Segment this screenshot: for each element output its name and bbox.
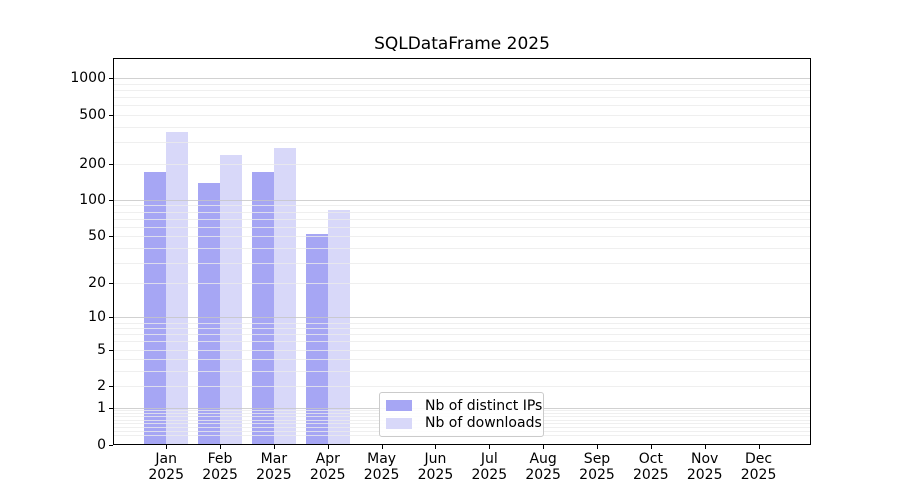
y-tick-label: 100	[36, 192, 106, 208]
x-tick-label-mar: Mar2025	[256, 452, 292, 483]
x-tick-month: Feb	[202, 452, 238, 468]
x-tick-year: 2025	[633, 468, 669, 484]
legend-item-downloads: Nb of downloads	[386, 415, 537, 433]
chart-title: SQLDataFrame 2025	[113, 34, 811, 54]
x-tick-year: 2025	[687, 468, 723, 484]
legend-swatch-downloads	[386, 418, 412, 429]
x-tick-label-dec: Dec2025	[741, 452, 777, 483]
plot-border	[113, 58, 811, 445]
x-tick-mark	[166, 445, 167, 449]
x-tick-month: Jul	[471, 452, 507, 468]
x-tick-month: Nov	[687, 452, 723, 468]
legend-swatch-distinct-ips	[386, 400, 412, 411]
x-tick-label-oct: Oct2025	[633, 452, 669, 483]
x-tick-mark	[220, 445, 221, 449]
x-tick-mark	[382, 445, 383, 449]
x-tick-mark	[705, 445, 706, 449]
x-tick-year: 2025	[471, 468, 507, 484]
x-tick-label-feb: Feb2025	[202, 452, 238, 483]
x-tick-label-jun: Jun2025	[418, 452, 454, 483]
x-tick-month: Jun	[418, 452, 454, 468]
x-tick-year: 2025	[525, 468, 561, 484]
y-tick-label: 500	[36, 107, 106, 123]
x-tick-year: 2025	[418, 468, 454, 484]
x-tick-label-aug: Aug2025	[525, 452, 561, 483]
x-tick-mark	[274, 445, 275, 449]
x-tick-month: Dec	[741, 452, 777, 468]
x-tick-month: Mar	[256, 452, 292, 468]
x-tick-month: May	[364, 452, 400, 468]
y-tick-label: 1000	[36, 70, 106, 86]
y-tick-label: 1	[36, 400, 106, 416]
x-tick-mark	[435, 445, 436, 449]
x-tick-year: 2025	[364, 468, 400, 484]
x-tick-year: 2025	[256, 468, 292, 484]
x-tick-mark	[597, 445, 598, 449]
x-tick-label-jul: Jul2025	[471, 452, 507, 483]
x-tick-month: Jan	[148, 452, 184, 468]
x-tick-mark	[651, 445, 652, 449]
chart-figure: SQLDataFrame 2025 0 1 2 5 10 20 50 100 200 500 100…	[0, 0, 900, 500]
x-tick-month: Sep	[579, 452, 615, 468]
y-tick-label: 10	[36, 309, 106, 325]
legend-item-distinct-ips: Nb of distinct IPs	[386, 397, 537, 415]
x-tick-label-may: May2025	[364, 452, 400, 483]
y-tick-label: 200	[36, 156, 106, 172]
y-tick-label: 20	[36, 275, 106, 291]
x-tick-year: 2025	[148, 468, 184, 484]
x-tick-month: Apr	[310, 452, 346, 468]
x-tick-label-nov: Nov2025	[687, 452, 723, 483]
x-tick-label-apr: Apr2025	[310, 452, 346, 483]
x-tick-month: Oct	[633, 452, 669, 468]
y-tick-label: 50	[36, 228, 106, 244]
legend-label-downloads: Nb of downloads	[425, 415, 542, 431]
x-tick-year: 2025	[741, 468, 777, 484]
x-tick-year: 2025	[310, 468, 346, 484]
x-tick-year: 2025	[579, 468, 615, 484]
y-tick-label: 0	[36, 437, 106, 453]
x-tick-mark	[543, 445, 544, 449]
x-tick-month: Aug	[525, 452, 561, 468]
y-tick-label: 5	[36, 342, 106, 358]
x-tick-mark	[489, 445, 490, 449]
y-tick-label: 2	[36, 378, 106, 394]
x-tick-mark	[759, 445, 760, 449]
x-tick-mark	[328, 445, 329, 449]
x-tick-label-sep: Sep2025	[579, 452, 615, 483]
legend: Nb of distinct IPs Nb of downloads	[379, 392, 544, 437]
legend-label-distinct-ips: Nb of distinct IPs	[425, 398, 542, 414]
x-tick-label-jan: Jan2025	[148, 452, 184, 483]
x-tick-year: 2025	[202, 468, 238, 484]
